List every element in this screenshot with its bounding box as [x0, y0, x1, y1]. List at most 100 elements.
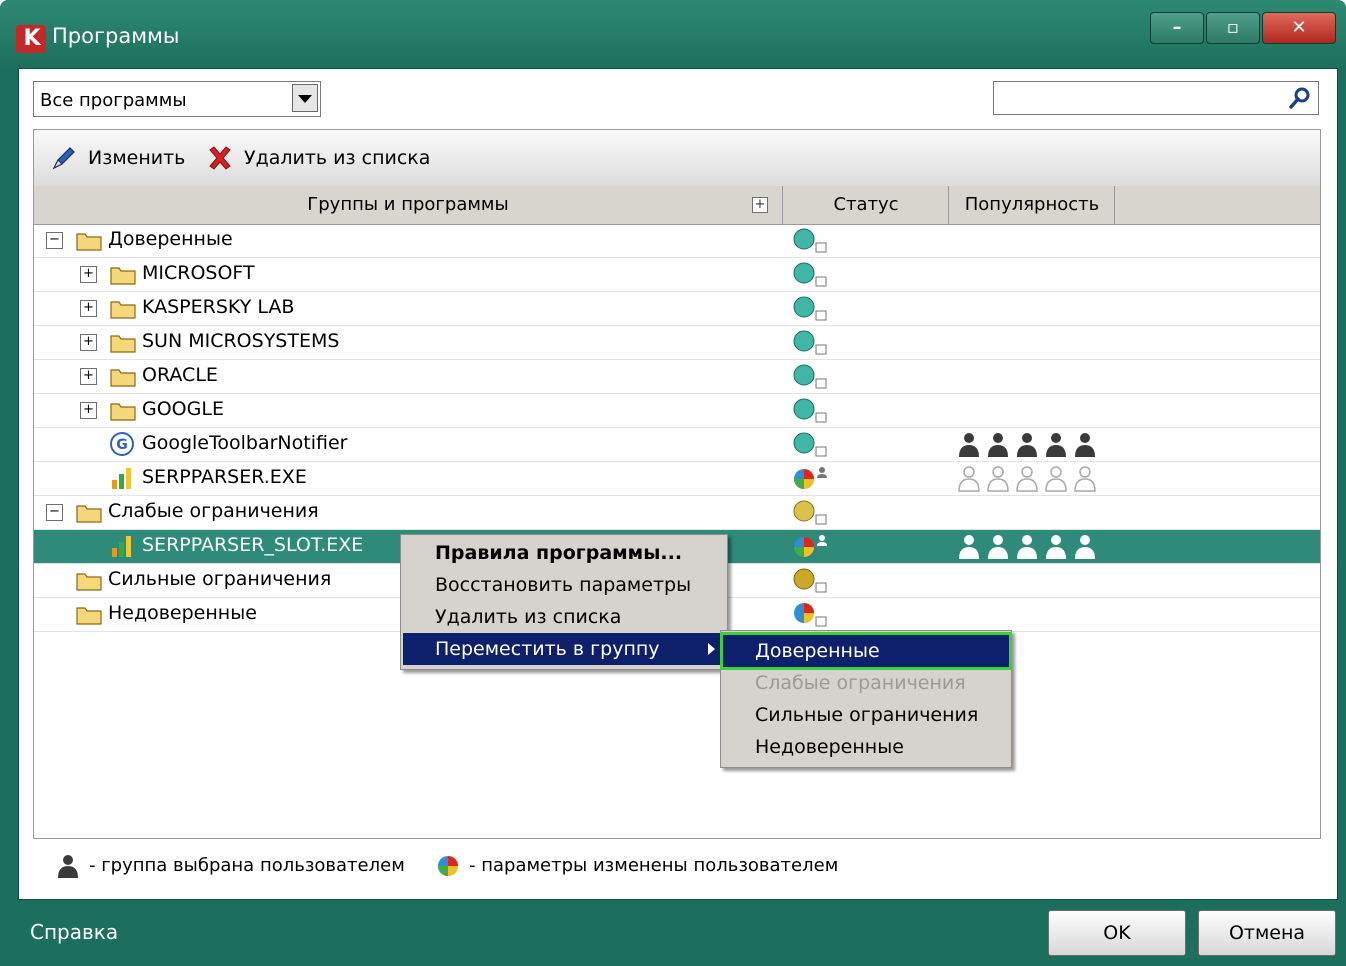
params-changed-icon: [438, 856, 458, 876]
programs-panel: Изменить Удалить из списка Группы и прог…: [33, 129, 1321, 839]
tree-row-trusted[interactable]: − Доверенные: [34, 224, 1320, 258]
submenu-item-low-restricted: Слабые ограничения: [723, 667, 1009, 699]
row-label: SUN MICROSYSTEMS: [142, 330, 340, 352]
high-restricted-status-icon: [793, 568, 827, 593]
tree-row-oracle[interactable]: + ORACLE: [34, 360, 1320, 394]
row-label: KASPERSKY LAB: [142, 296, 295, 318]
menu-item-delete-from-list[interactable]: Удалить из списка: [403, 601, 725, 633]
red-cross-icon: [209, 146, 231, 170]
tree-row-googletoolbar[interactable]: G GoogleToolbarNotifier: [34, 428, 1320, 462]
trusted-status-icon: [793, 432, 827, 457]
row-label: SERPPARSER_SLOT.EXE: [142, 534, 364, 556]
expand-icon[interactable]: +: [80, 266, 97, 283]
menu-item-move-to-group[interactable]: Переместить в группу: [403, 633, 725, 665]
folder-icon: [110, 403, 136, 421]
close-icon: ✕: [1291, 17, 1307, 38]
tree-row-sun[interactable]: + SUN MICROSYSTEMS: [34, 326, 1320, 360]
submenu-item-untrusted[interactable]: Недоверенные: [723, 731, 1009, 763]
logo-letter: K: [23, 26, 41, 51]
column-groups-programs[interactable]: Группы и программы +: [34, 186, 783, 224]
toolbar: Изменить Удалить из списка: [34, 130, 1320, 187]
ok-button[interactable]: OK: [1048, 910, 1186, 956]
trusted-status-icon: [793, 228, 827, 253]
user-icon: [58, 855, 78, 878]
trusted-status-icon: [793, 330, 827, 355]
search-input[interactable]: [998, 86, 1282, 112]
maximize-button[interactable]: ▫: [1206, 12, 1260, 44]
untrusted-status-icon: [794, 603, 827, 627]
app-bars-icon: [112, 468, 131, 489]
program-filter-value: Все программы: [40, 90, 187, 111]
row-label: GoogleToolbarNotifier: [142, 432, 348, 454]
menu-item-label: Переместить в группу: [435, 638, 660, 660]
tree-row-serpparser[interactable]: SERPPARSER.EXE: [34, 462, 1320, 496]
delete-from-list-button[interactable]: Удалить из списка: [206, 142, 430, 174]
expand-icon[interactable]: +: [80, 300, 97, 317]
submenu-item-trusted[interactable]: Доверенные: [720, 632, 1012, 670]
expand-all-icon[interactable]: +: [752, 197, 768, 213]
menu-item-restore-settings[interactable]: Восстановить параметры: [403, 569, 725, 601]
submenu-item-label: Слабые ограничения: [755, 672, 966, 694]
trusted-status-icon: [793, 262, 827, 287]
submenu-item-high-restricted[interactable]: Сильные ограничения: [723, 699, 1009, 731]
expand-icon[interactable]: +: [80, 402, 97, 419]
minimize-button[interactable]: –: [1150, 12, 1204, 44]
row-label: Сильные ограничения: [108, 568, 332, 590]
legend: - группа выбрана пользователем - парамет…: [55, 851, 955, 883]
collapse-icon[interactable]: −: [46, 504, 63, 521]
tree-row-google[interactable]: + GOOGLE: [34, 394, 1320, 428]
row-label: Доверенные: [108, 228, 233, 250]
submenu-item-label: Недоверенные: [755, 736, 904, 758]
tree-row-kaspersky[interactable]: + KASPERSKY LAB: [34, 292, 1320, 326]
column-status[interactable]: Статус: [784, 186, 949, 224]
folder-icon: [110, 335, 136, 353]
legend-user-modified: - параметры изменены пользователем: [469, 855, 839, 876]
menu-item-program-rules[interactable]: Правила программы...: [403, 537, 725, 569]
edit-button[interactable]: Изменить: [50, 142, 186, 174]
column-popularity[interactable]: Популярность: [950, 186, 1115, 224]
folder-icon: [110, 301, 136, 319]
row-label: Слабые ограничения: [108, 500, 319, 522]
row-label: ORACLE: [142, 364, 218, 386]
program-filter-select[interactable]: Все программы: [33, 81, 321, 117]
collapse-icon[interactable]: −: [46, 232, 63, 249]
search-box[interactable]: [993, 81, 1319, 115]
menu-item-label: Правила программы...: [435, 542, 683, 564]
pencil-icon: [52, 147, 75, 170]
context-menu: Правила программы... Восстановить параме…: [400, 534, 728, 670]
submenu-arrow-icon: [708, 643, 715, 655]
user-modified-status-icon: [794, 535, 827, 557]
submenu-item-label: Сильные ограничения: [755, 704, 979, 726]
close-button[interactable]: ✕: [1262, 12, 1336, 44]
title-bar[interactable]: K Программы – ▫ ✕: [0, 0, 1346, 68]
folder-icon: [76, 607, 102, 625]
expand-icon[interactable]: +: [80, 368, 97, 385]
tree-row-microsoft[interactable]: + MICROSOFT: [34, 258, 1320, 292]
help-link[interactable]: Справка: [30, 920, 118, 944]
programs-window: K Программы – ▫ ✕ Все программы Изменить…: [0, 0, 1346, 966]
folder-icon: [76, 573, 102, 591]
row-label: SERPPARSER.EXE: [142, 466, 307, 488]
window-title: Программы: [52, 24, 180, 48]
legend-user-selected: - группа выбрана пользователем: [89, 855, 405, 876]
client-area: Все программы Изменить Удалить из списка…: [18, 68, 1338, 900]
expand-icon[interactable]: +: [80, 334, 97, 351]
svg-text:G: G: [116, 437, 128, 453]
trusted-status-icon: [793, 364, 827, 389]
google-icon: G: [110, 432, 134, 456]
tree-row-low-restricted[interactable]: − Слабые ограничения: [34, 496, 1320, 530]
maximize-icon: ▫: [1226, 17, 1240, 38]
dropdown-button[interactable]: [292, 84, 318, 112]
folder-icon: [110, 267, 136, 285]
menu-item-label: Удалить из списка: [435, 606, 622, 628]
submenu-item-label: Доверенные: [755, 640, 880, 662]
row-label: Недоверенные: [108, 602, 257, 624]
user-modified-status-icon: [794, 467, 827, 489]
trusted-status-icon: [793, 296, 827, 321]
edit-label: Изменить: [88, 147, 186, 169]
row-label: GOOGLE: [142, 398, 224, 420]
popularity-rating: [959, 433, 1095, 457]
search-icon[interactable]: [1288, 86, 1312, 110]
cancel-button[interactable]: Отмена: [1198, 910, 1336, 956]
menu-item-label: Восстановить параметры: [435, 574, 692, 596]
